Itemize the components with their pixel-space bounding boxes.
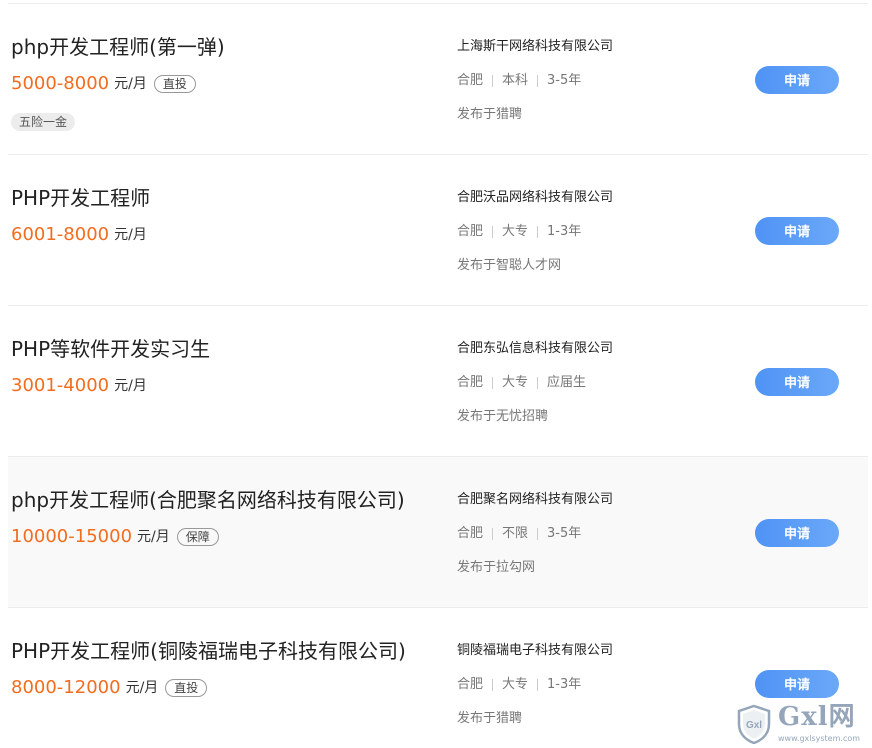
meta-divider (537, 679, 539, 691)
job-meta: 合肥 不限 3-5年 (457, 524, 581, 544)
guarantee-badge: 保障 (176, 528, 219, 546)
meta-divider (537, 75, 539, 87)
salary-line: 8000-12000 元/月 直投 (11, 676, 208, 700)
company-name[interactable]: 铜陵福瑞电子科技有限公司 (457, 641, 613, 661)
job-source: 发布于拉勾网 (457, 560, 536, 575)
company-name[interactable]: 合肥聚名网络科技有限公司 (457, 490, 613, 510)
salary-unit: 元/月 (114, 227, 147, 243)
job-source: 发布于猎聘 (457, 107, 523, 122)
welfare-tag: 五险一金 (11, 113, 76, 131)
job-education: 不限 (502, 526, 529, 541)
job-experience: 1-3年 (547, 224, 582, 239)
salary: 3001-4000 (11, 375, 110, 396)
job-location: 合肥 (457, 677, 484, 692)
company-name[interactable]: 上海斯干网络科技有限公司 (457, 37, 613, 57)
job-education: 大专 (502, 375, 529, 390)
job-meta: 合肥 本科 3-5年 (457, 71, 581, 91)
job-location: 合肥 (457, 224, 484, 239)
meta-divider (492, 75, 494, 87)
job-meta: 合肥 大专 1-3年 (457, 222, 581, 242)
watermark-title: Gxl网 (778, 702, 856, 732)
salary: 5000-8000 (11, 73, 110, 94)
welfare-tags: 五险一金 (11, 113, 76, 131)
salary: 10000-15000 (11, 526, 133, 547)
meta-divider (492, 679, 494, 691)
job-list-page: php开发工程师(第一弹) 5000-8000 元/月 直投 五险一金 上海斯干… (0, 0, 872, 748)
job-education: 本科 (502, 73, 529, 88)
salary-line: 5000-8000 元/月 直投 (11, 72, 196, 96)
salary-line: 10000-15000 元/月 保障 (11, 525, 219, 549)
delivery-badge: 直投 (153, 75, 196, 93)
job-source: 发布于智聪人才网 (457, 258, 562, 273)
salary: 6001-8000 (11, 224, 110, 245)
job-experience: 应届生 (547, 375, 587, 390)
job-meta: 合肥 大专 应届生 (457, 373, 586, 393)
shield-icon: Gxl (737, 704, 771, 744)
job-title[interactable]: php开发工程师(第一弹) (11, 34, 416, 60)
job-title[interactable]: PHP等软件开发实习生 (11, 336, 416, 362)
job-title[interactable]: php开发工程师(合肥聚名网络科技有限公司) (11, 487, 416, 513)
job-card[interactable]: php开发工程师(合肥聚名网络科技有限公司) 10000-15000 元/月 保… (8, 457, 868, 608)
salary-unit: 元/月 (137, 529, 170, 545)
job-card[interactable]: PHP开发工程师 6001-8000 元/月 合肥沃品网络科技有限公司 合肥 大… (8, 155, 868, 306)
job-experience: 1-3年 (547, 677, 582, 692)
salary-unit: 元/月 (114, 378, 147, 394)
delivery-badge: 直投 (165, 679, 208, 697)
job-experience: 3-5年 (547, 526, 582, 541)
salary-line: 6001-8000 元/月 (11, 223, 147, 247)
apply-button[interactable]: 申请 (755, 66, 839, 94)
meta-divider (492, 226, 494, 238)
meta-divider (492, 528, 494, 540)
apply-button[interactable]: 申请 (755, 670, 839, 698)
salary-unit: 元/月 (114, 76, 147, 92)
apply-button[interactable]: 申请 (755, 217, 839, 245)
company-name[interactable]: 合肥东弘信息科技有限公司 (457, 339, 613, 359)
job-list: php开发工程师(第一弹) 5000-8000 元/月 直投 五险一金 上海斯干… (0, 4, 868, 748)
meta-divider (492, 377, 494, 389)
job-location: 合肥 (457, 73, 484, 88)
company-name[interactable]: 合肥沃品网络科技有限公司 (457, 188, 613, 208)
meta-divider (537, 528, 539, 540)
job-source: 发布于猎聘 (457, 711, 523, 726)
salary-unit: 元/月 (125, 680, 159, 696)
job-experience: 3-5年 (547, 73, 582, 88)
site-watermark: Gxl Gxl网 www.gxlsystem.com (736, 702, 866, 746)
meta-divider (537, 377, 539, 389)
job-source: 发布于无忧招聘 (457, 409, 549, 424)
apply-button[interactable]: 申请 (755, 519, 839, 547)
job-card[interactable]: php开发工程师(第一弹) 5000-8000 元/月 直投 五险一金 上海斯干… (8, 4, 868, 155)
meta-divider (537, 226, 539, 238)
salary-line: 3001-4000 元/月 (11, 374, 147, 398)
job-location: 合肥 (457, 526, 484, 541)
salary: 8000-12000 (11, 677, 121, 698)
job-education: 大专 (502, 224, 529, 239)
job-location: 合肥 (457, 375, 484, 390)
apply-button[interactable]: 申请 (755, 368, 839, 396)
job-title[interactable]: PHP开发工程师(铜陵福瑞电子科技有限公司) (11, 638, 416, 664)
job-education: 大专 (502, 677, 529, 692)
job-meta: 合肥 大专 1-3年 (457, 675, 581, 695)
watermark-url: www.gxlsystem.com (778, 734, 861, 743)
job-title[interactable]: PHP开发工程师 (11, 185, 416, 211)
job-card[interactable]: PHP等软件开发实习生 3001-4000 元/月 合肥东弘信息科技有限公司 合… (8, 306, 868, 457)
watermark-shield-text: Gxl (746, 720, 762, 731)
